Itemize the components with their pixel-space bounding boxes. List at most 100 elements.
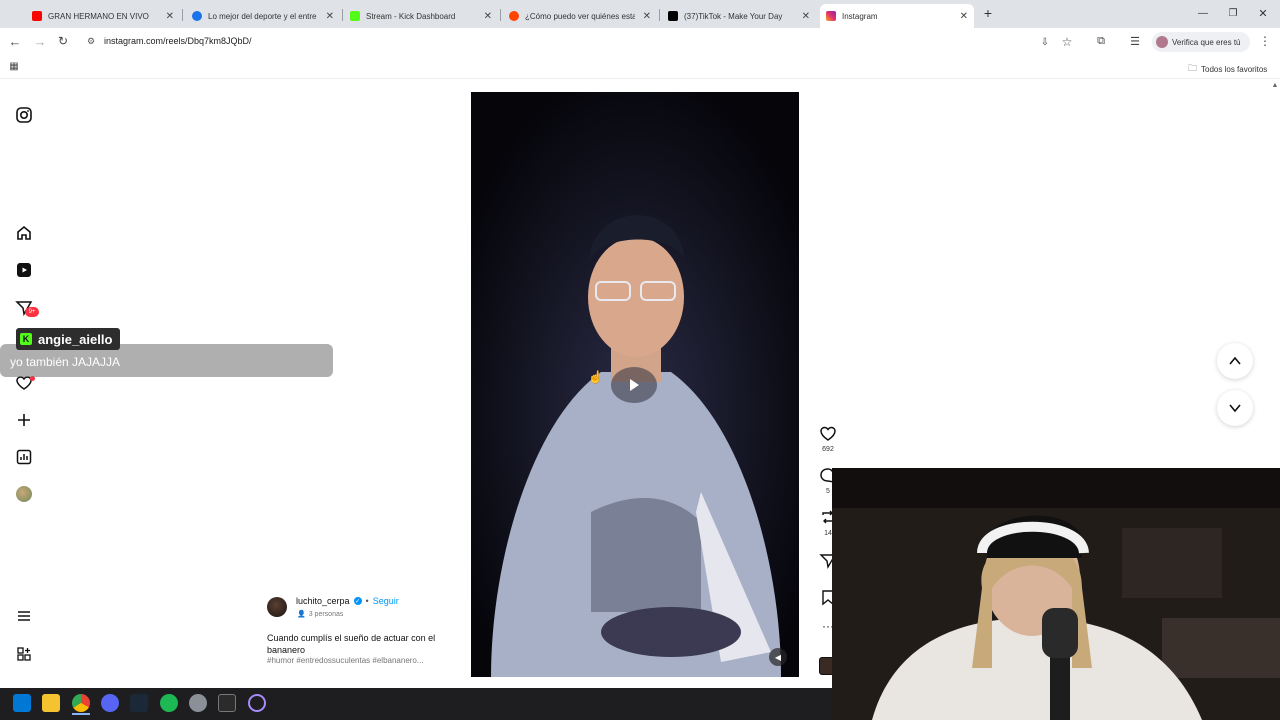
tiktok-icon xyxy=(668,11,678,21)
bookmarks-bar: ▦ 🗀 Todos los favoritos xyxy=(0,56,1280,79)
site-info-icon[interactable]: ⚙ xyxy=(86,36,96,46)
close-window-icon[interactable]: ✕ xyxy=(1256,6,1270,20)
install-app-icon[interactable]: ⇩ xyxy=(1038,35,1052,49)
post-caption: Cuando cumplís el sueño de actuar con el… xyxy=(267,633,436,655)
close-tab-icon[interactable]: ✕ xyxy=(643,11,651,22)
chevron-down-icon xyxy=(1229,404,1241,413)
back-icon[interactable]: ← xyxy=(8,34,22,49)
restore-icon[interactable]: ❐ xyxy=(1226,6,1240,20)
next-reel-button[interactable] xyxy=(1217,390,1253,426)
reels-icon[interactable] xyxy=(14,260,34,280)
forward-icon[interactable]: → xyxy=(33,34,47,49)
like-count: 692 xyxy=(822,446,834,453)
profile-avatar-icon xyxy=(1156,36,1168,48)
tab-divider xyxy=(182,9,183,21)
verified-icon: ✓ xyxy=(353,597,362,605)
tab-instagram[interactable]: Instagram ✕ xyxy=(820,4,974,28)
reading-list-icon[interactable]: ☰ xyxy=(1128,34,1142,48)
tab-strip: GRAN HERMANO EN VIVO ✕ Lo mejor del depo… xyxy=(0,0,1280,28)
menu-kebab-icon[interactable]: ⋮ xyxy=(1259,34,1271,48)
also-from-meta-icon[interactable] xyxy=(14,644,34,664)
app-ring-icon[interactable] xyxy=(248,694,266,712)
minimize-icon[interactable]: — xyxy=(1196,6,1210,20)
reddit-icon xyxy=(509,11,519,21)
audience-text: 3 personas xyxy=(308,610,344,618)
author-username[interactable]: luchito_cerpa xyxy=(296,596,350,606)
home-icon[interactable] xyxy=(14,223,34,243)
tab-reddit[interactable]: ¿Cómo puedo ver quiénes esta ✕ xyxy=(503,4,657,28)
kick-icon xyxy=(350,11,360,21)
active-app-indicator xyxy=(72,713,90,715)
tab-divider xyxy=(659,9,660,21)
apps-grid-icon[interactable]: ▦ xyxy=(8,60,20,72)
kick-logo-icon: K xyxy=(20,333,32,345)
extensions-icon[interactable]: ⧉ xyxy=(1094,34,1108,48)
close-tab-icon[interactable]: ✕ xyxy=(326,11,334,22)
new-tab-icon[interactable]: + xyxy=(981,5,995,21)
windows-start-icon[interactable] xyxy=(13,694,31,712)
tab-deporte[interactable]: Lo mejor del deporte y el entre ✕ xyxy=(186,4,340,28)
reload-icon[interactable]: ↻ xyxy=(56,34,70,48)
tab-kick-dashboard[interactable]: Stream - Kick Dashboard ✕ xyxy=(344,4,498,28)
tab-label: GRAN HERMANO EN VIVO xyxy=(48,11,149,21)
profile-avatar[interactable] xyxy=(16,486,32,502)
url-text[interactable]: instagram.com/reels/Dbq7km8JQbD/ xyxy=(104,36,252,46)
author-separator: • xyxy=(365,596,369,606)
create-plus-icon[interactable] xyxy=(14,410,34,430)
follow-button[interactable]: Seguir xyxy=(373,596,399,606)
author-avatar[interactable] xyxy=(267,597,287,617)
mouse-cursor-icon: ☝ xyxy=(588,370,603,384)
youtube-icon xyxy=(32,11,42,21)
obs-icon[interactable] xyxy=(218,694,236,712)
dashboard-icon[interactable] xyxy=(14,447,34,467)
tab-label: Instagram xyxy=(842,11,878,21)
tab-divider xyxy=(342,9,343,21)
post-hashtags[interactable]: #humor #entredossuculentas #elbananero..… xyxy=(267,656,457,665)
spotify-icon[interactable] xyxy=(160,694,178,712)
close-tab-icon[interactable]: ✕ xyxy=(484,11,492,22)
file-explorer-icon[interactable] xyxy=(42,694,60,712)
chrome-icon[interactable] xyxy=(72,694,90,712)
person-icon: 👤 xyxy=(297,611,306,618)
all-favorites-folder[interactable]: 🗀 Todos los favoritos xyxy=(1188,61,1267,77)
chat-username-tag: K angie_aiello xyxy=(16,328,121,350)
profile-chip-label: Verifica que eres tú xyxy=(1172,37,1241,47)
bookmark-star-icon[interactable]: ☆ xyxy=(1060,35,1074,49)
tab-gran-hermano[interactable]: GRAN HERMANO EN VIVO ✕ xyxy=(26,4,180,28)
tab-label: Stream - Kick Dashboard xyxy=(366,11,456,21)
profile-chip[interactable]: Verifica que eres tú xyxy=(1152,32,1250,52)
tab-label: Lo mejor del deporte y el entre xyxy=(208,11,317,21)
play-icon xyxy=(630,379,639,391)
tab-label: ¿Cómo puedo ver quiénes esta xyxy=(525,11,635,21)
steam-icon[interactable] xyxy=(130,694,148,712)
folder-icon: 🗀 xyxy=(1188,63,1198,73)
chevron-up-icon xyxy=(1229,356,1241,365)
instagram-icon xyxy=(826,11,836,21)
chat-message-text: yo también JAJAJJA xyxy=(10,354,121,369)
webcam-feed-illustration xyxy=(832,468,1280,720)
play-button[interactable] xyxy=(611,367,657,403)
previous-reel-button[interactable] xyxy=(1217,343,1253,379)
close-tab-icon[interactable]: ✕ xyxy=(802,11,810,22)
notification-badge: 9+ xyxy=(25,307,39,317)
chat-username: angie_aiello xyxy=(38,331,113,347)
audience-row: 👤 3 personas xyxy=(297,610,344,619)
like-heart-icon[interactable] xyxy=(818,424,838,442)
close-tab-icon[interactable]: ✕ xyxy=(166,11,174,22)
more-menu-icon[interactable] xyxy=(14,606,34,626)
discord-icon[interactable] xyxy=(101,694,119,712)
scroll-up-arrow-icon[interactable]: ▲ xyxy=(1270,80,1280,90)
post-author-row: luchito_cerpa ✓ • Seguir xyxy=(296,596,399,606)
tab-divider xyxy=(500,9,501,21)
tab-tiktok[interactable]: (37)TikTok - Make Your Day ✕ xyxy=(662,4,816,28)
tab-label: (37)TikTok - Make Your Day xyxy=(684,11,783,21)
all-favorites-label: Todos los favoritos xyxy=(1201,64,1268,74)
address-bar[interactable]: ⚙ instagram.com/reels/Dbq7km8JQbD/ ⇩ ☆ xyxy=(80,32,1140,52)
streamer-webcam xyxy=(832,468,1280,720)
settings-gear-icon[interactable] xyxy=(189,694,207,712)
mute-icon[interactable]: ◀ xyxy=(769,648,787,666)
site-icon xyxy=(192,11,202,21)
instagram-logo-icon[interactable] xyxy=(14,105,34,125)
reel-video[interactable]: ◀ xyxy=(471,92,799,677)
close-tab-icon[interactable]: ✕ xyxy=(960,11,968,22)
